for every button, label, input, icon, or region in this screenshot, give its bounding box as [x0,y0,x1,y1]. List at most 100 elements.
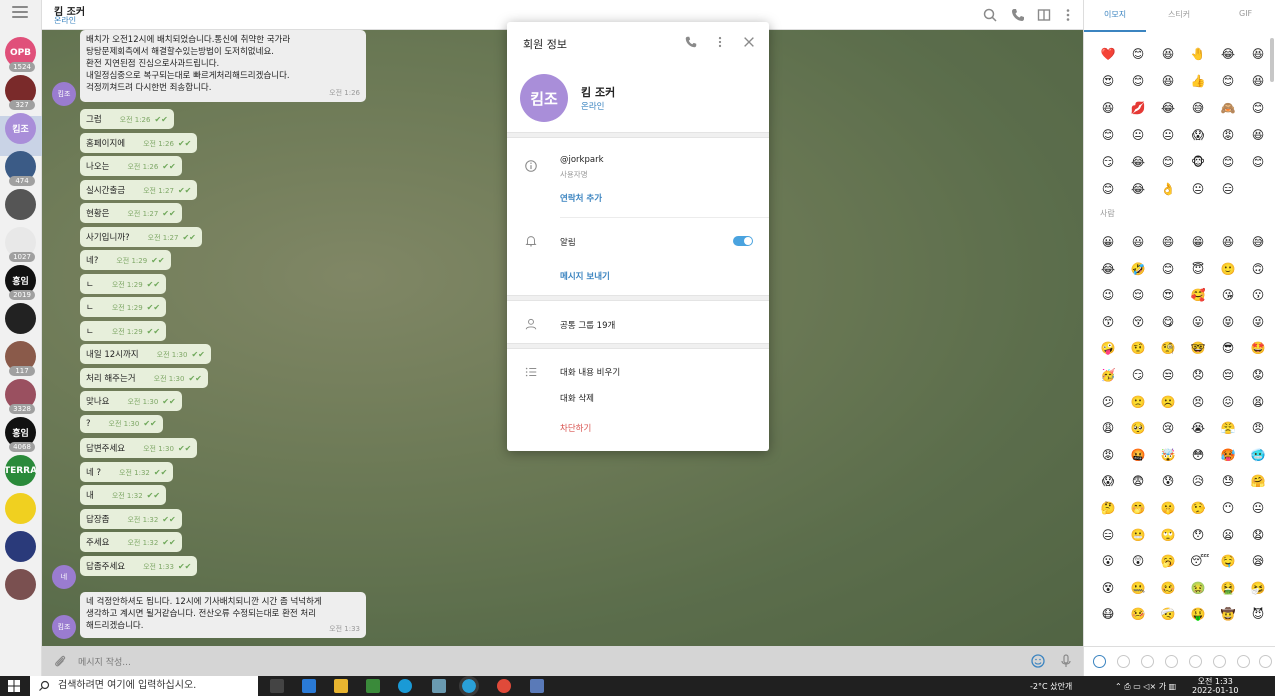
emoji-button[interactable]: 😂 [1160,100,1176,116]
emoji-button[interactable]: 🤔 [1100,500,1116,516]
profile-avatar[interactable]: 킴조 [520,74,568,122]
outgoing-message[interactable]: 사기입니까? 오전 1:27 ✔✔ [80,226,202,247]
emoji-button[interactable]: 😬 [1130,527,1146,543]
emoji-button[interactable]: 😊 [1100,127,1116,143]
sender-avatar[interactable]: 킴조 [52,82,76,106]
emoji-button[interactable]: 😱 [1100,473,1116,489]
emoji-button[interactable]: ☹️ [1160,394,1176,410]
attach-icon[interactable] [52,653,68,669]
emoji-button[interactable]: ❤️ [1100,46,1116,62]
emoji-button[interactable]: 😊 [1250,154,1266,170]
emoji-button[interactable]: 😑 [1220,181,1236,197]
emoji-button[interactable]: 🤑 [1190,606,1206,622]
emoji-button[interactable]: 🤚 [1190,46,1206,62]
emoji-button[interactable]: 🤮 [1220,580,1236,596]
emoji-button[interactable]: 😣 [1190,394,1206,410]
emoji-button[interactable]: 😞 [1190,367,1206,383]
emoji-button[interactable]: 🤫 [1160,500,1176,516]
emoji-button[interactable]: 🤕 [1160,606,1176,622]
close-icon[interactable] [742,35,756,49]
chat-avatar[interactable] [5,569,36,600]
notes-icon[interactable] [432,679,446,693]
emoji-button[interactable]: 😓 [1220,473,1236,489]
emoji-button[interactable]: 💋 [1130,100,1146,116]
emoji-button[interactable]: 🤒 [1130,606,1146,622]
add-contact-button[interactable]: 연락처 추가 [560,192,602,204]
emoji-button[interactable]: 😐 [1160,127,1176,143]
emoji-button[interactable]: 😳 [1190,447,1206,463]
common-groups-item[interactable]: 공통 그룹 19개 [560,319,615,331]
emoji-button[interactable]: 🥶 [1250,447,1266,463]
emoji-button[interactable]: 😪 [1250,553,1266,569]
emoji-button[interactable]: 😐 [1250,500,1266,516]
outgoing-message[interactable]: 홈페이지에 오전 1:26 ✔✔ [80,132,198,153]
taskbar-clock[interactable]: 오전 1:33 2022-01-10 [1192,677,1239,695]
objects-category-icon[interactable] [1237,655,1250,668]
emoji-button[interactable]: 😊 [1130,46,1146,62]
emoji-button[interactable]: 😡 [1220,127,1236,143]
emoji-button[interactable]: 😂 [1220,46,1236,62]
outgoing-message[interactable]: 내 오전 1:32 ✔✔ [80,485,167,505]
emoji-button[interactable]: 😏 [1100,154,1116,170]
emoji-button[interactable]: 🤥 [1190,500,1206,516]
emoji-button[interactable]: 😱 [1190,127,1206,143]
emoji-button[interactable]: 😮 [1100,553,1116,569]
taskbar-search-input[interactable]: 검색하려면 여기에 입력하십시오. [30,676,258,696]
emoji-button[interactable]: 😡 [1100,447,1116,463]
emoji-button[interactable]: 🥱 [1160,553,1176,569]
emoji-button[interactable]: 😏 [1130,367,1146,383]
outgoing-message[interactable]: 답장좀 오전 1:32 ✔✔ [80,508,182,529]
emoji-button[interactable]: 😐 [1190,181,1206,197]
notifications-toggle[interactable] [733,236,753,246]
send-message-button[interactable]: 메시지 보내기 [560,270,610,282]
more-options-icon[interactable] [1060,7,1076,23]
tab-stickers[interactable]: 스티커 [1168,9,1190,20]
phone-icon[interactable] [684,35,698,49]
emoji-button[interactable]: 😘 [1220,287,1236,303]
emoji-button[interactable]: 🧐 [1160,340,1176,356]
emoji-button[interactable]: 😝 [1220,314,1236,330]
emoji-button[interactable]: 😙 [1100,314,1116,330]
emoji-button[interactable]: 😎 [1220,340,1236,356]
emoji-button[interactable]: 🤯 [1160,447,1176,463]
microphone-icon[interactable] [1058,653,1074,669]
emoji-button[interactable]: 😆 [1160,73,1176,89]
emoji-button[interactable]: 😂 [1100,261,1116,277]
outgoing-message[interactable]: 주세요 오전 1:32 ✔✔ [80,532,182,552]
emoji-button[interactable]: 🤬 [1130,447,1146,463]
emoji-button[interactable]: 🤠 [1220,606,1236,622]
windows-start-icon[interactable] [8,680,20,692]
emoji-button[interactable]: 😜 [1250,314,1266,330]
sender-avatar[interactable]: 네 [52,565,76,589]
emoji-button[interactable]: 😨 [1130,473,1146,489]
emoji-button[interactable]: 😊 [1100,181,1116,197]
emoji-button[interactable]: 😊 [1220,73,1236,89]
emoji-button[interactable]: 🤤 [1220,553,1236,569]
emoji-button[interactable]: 😕 [1100,394,1116,410]
chat-avatar[interactable] [5,303,36,334]
emoji-button[interactable]: 😇 [1190,261,1206,277]
incoming-message[interactable]: 네 걱정안하셔도 됩니다. 12시에 기사배치되니깐 시간 좀 넉넉하게 생각하고… [80,592,366,638]
emoji-button[interactable]: 😔 [1220,367,1236,383]
emoji-button[interactable]: 😵 [1100,580,1116,596]
emoji-button[interactable]: 😊 [1130,73,1146,89]
emoji-button[interactable]: 🐵 [1190,154,1206,170]
emoji-button[interactable]: 🤨 [1130,340,1146,356]
emoji-icon[interactable] [1030,653,1046,669]
emoji-button[interactable]: 🙈 [1220,100,1236,116]
emoji-button[interactable]: 🤢 [1190,580,1206,596]
emoji-button[interactable]: 😊 [1160,154,1176,170]
emoji-button[interactable]: 😯 [1190,527,1206,543]
block-user-button[interactable]: 차단하기 [560,422,591,434]
emoji-button[interactable]: 🥴 [1160,580,1176,596]
outgoing-message[interactable]: 실시간출금 오전 1:27 ✔✔ [80,179,198,200]
clear-history-button[interactable]: 대화 내용 비우기 [560,366,620,378]
emoji-button[interactable]: 😌 [1130,287,1146,303]
emoji-button[interactable]: 🤧 [1250,580,1266,596]
emoji-button[interactable]: 😋 [1160,314,1176,330]
animals-category-icon[interactable] [1141,655,1154,668]
more-options-icon[interactable] [713,35,727,49]
emoji-button[interactable]: 🥵 [1220,447,1236,463]
emoji-button[interactable]: 🙄 [1160,527,1176,543]
emoji-button[interactable]: 🙁 [1130,394,1146,410]
